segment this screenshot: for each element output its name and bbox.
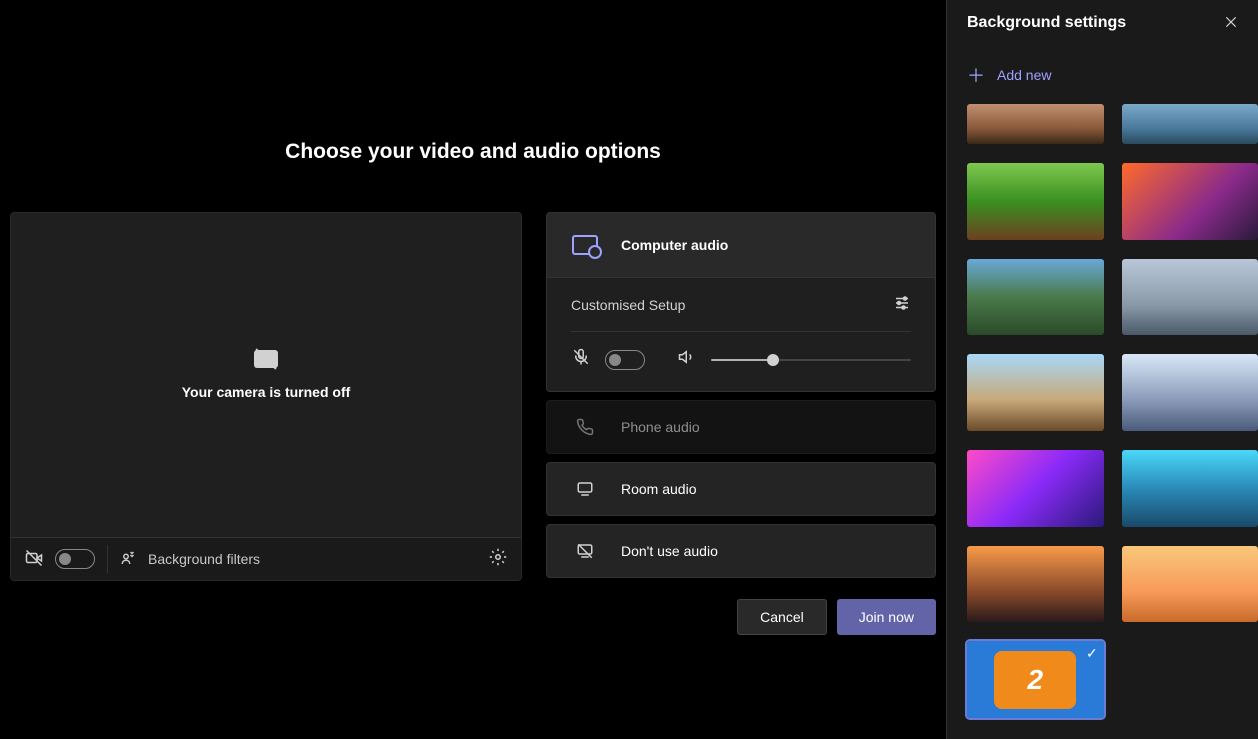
action-buttons: Cancel Join now xyxy=(0,599,946,635)
background-thumb-cliff-vista[interactable] xyxy=(1122,450,1258,527)
background-thumb-minecraft-dungeons[interactable] xyxy=(1122,163,1258,240)
volume-slider[interactable] xyxy=(711,359,911,361)
phone-icon xyxy=(571,417,599,437)
dont-use-audio-label: Don't use audio xyxy=(621,543,718,559)
audio-panel: Computer audio Customised Setup xyxy=(546,212,936,578)
settings-button[interactable] xyxy=(489,548,507,571)
phone-audio-option: Phone audio xyxy=(546,400,936,454)
camera-icon xyxy=(25,549,43,570)
computer-audio-icon xyxy=(571,233,599,257)
room-audio-label: Room audio xyxy=(621,481,697,497)
background-thumb-minecraft-green[interactable] xyxy=(967,163,1104,240)
video-preview: Your camera is turned off xyxy=(10,212,522,537)
computer-audio-card[interactable]: Computer audio Customised Setup xyxy=(546,212,936,392)
plus-icon: ＋ xyxy=(967,62,985,88)
dont-use-audio-option[interactable]: Don't use audio xyxy=(546,524,936,578)
video-controls-bar: Background filters xyxy=(10,537,522,581)
background-filters-label: Background filters xyxy=(148,551,260,567)
background-thumb-pink-nebula[interactable] xyxy=(967,450,1104,527)
join-now-button[interactable]: Join now xyxy=(837,599,936,635)
background-filters-icon xyxy=(120,549,138,570)
mic-toggle[interactable] xyxy=(605,350,645,370)
background-filters-button[interactable]: Background filters xyxy=(120,549,477,570)
computer-audio-label: Computer audio xyxy=(621,237,728,253)
setup-label: Customised Setup xyxy=(571,297,685,313)
thumb-badge: 2 xyxy=(994,651,1076,709)
add-new-label: Add new xyxy=(997,67,1051,83)
background-thumb-autumn-town[interactable] xyxy=(967,546,1104,623)
background-thumb-mountain-lake[interactable] xyxy=(967,259,1104,336)
add-new-background-button[interactable]: ＋ Add new xyxy=(947,46,1258,98)
background-thumb-sci-fi-plain[interactable] xyxy=(1122,354,1258,431)
side-panel-title: Background settings xyxy=(967,14,1126,32)
camera-toggle[interactable] xyxy=(55,549,95,569)
cancel-button[interactable]: Cancel xyxy=(737,599,827,635)
check-icon: ✓ xyxy=(1086,645,1098,662)
close-panel-button[interactable] xyxy=(1224,15,1238,32)
camera-off-icon xyxy=(254,350,278,368)
background-thumbnails-grid: ✓2 xyxy=(947,98,1258,739)
background-thumb-village-street[interactable] xyxy=(967,354,1104,431)
background-thumb-classroom[interactable] xyxy=(967,104,1104,144)
background-thumb-sunset-hill[interactable] xyxy=(1122,546,1258,623)
mic-muted-icon xyxy=(571,348,591,371)
page-title: Choose your video and audio options xyxy=(0,140,946,164)
customised-setup-row[interactable]: Customised Setup xyxy=(571,278,911,332)
no-audio-icon xyxy=(571,541,599,561)
divider xyxy=(107,545,108,573)
sliders-icon xyxy=(893,294,911,315)
room-icon xyxy=(571,479,599,499)
background-thumb-lab[interactable] xyxy=(1122,104,1258,144)
speaker-icon xyxy=(677,348,697,371)
camera-off-text: Your camera is turned off xyxy=(182,384,351,400)
phone-audio-label: Phone audio xyxy=(621,419,700,435)
video-panel: Your camera is turned off Background fil… xyxy=(10,212,522,581)
room-audio-option[interactable]: Room audio xyxy=(546,462,936,516)
background-thumb-r2-logo[interactable]: ✓2 xyxy=(967,641,1104,718)
background-settings-panel: Background settings ＋ Add new ✓2 xyxy=(946,0,1258,739)
background-thumb-halo-ring[interactable] xyxy=(1122,259,1258,336)
